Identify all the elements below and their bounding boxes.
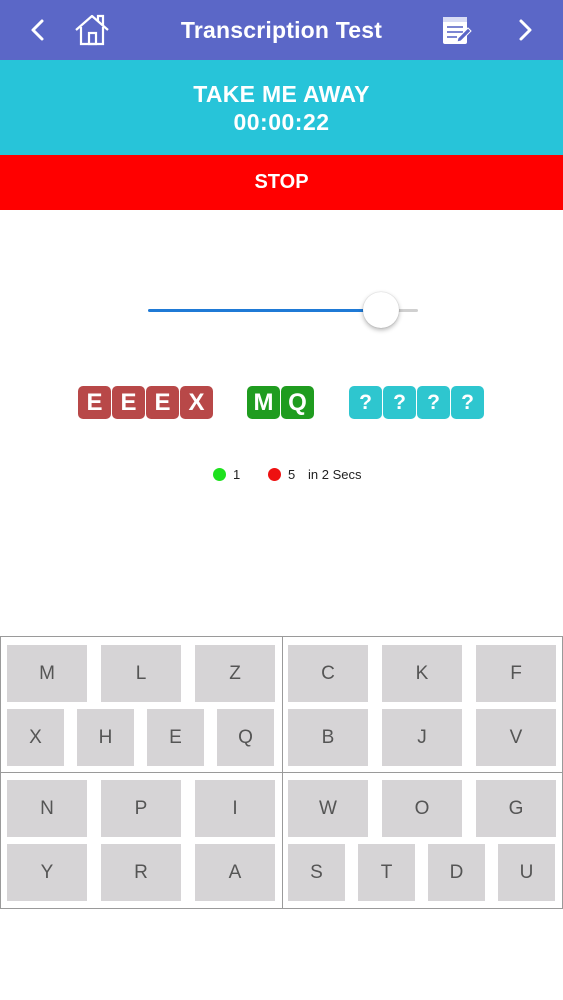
key-d[interactable]: D <box>428 844 485 901</box>
key-f[interactable]: F <box>476 645 556 702</box>
key-z[interactable]: Z <box>195 645 275 702</box>
slider-track-fill <box>148 309 381 312</box>
key-y[interactable]: Y <box>7 844 87 901</box>
score-summary <box>0 464 563 484</box>
unknown-tile: ? <box>349 386 382 419</box>
elapsed-timer: 00:00:22 <box>233 109 330 135</box>
key-b[interactable]: B <box>288 709 368 766</box>
incorrect-tile: E <box>78 386 111 419</box>
wrong-dot-icon <box>268 468 281 481</box>
home-icon <box>75 14 109 46</box>
key-w[interactable]: W <box>288 780 368 837</box>
key-h[interactable]: H <box>77 709 134 766</box>
key-k[interactable]: K <box>382 645 462 702</box>
chevron-left-icon <box>31 19 44 41</box>
unknown-tile: ? <box>383 386 416 419</box>
key-e[interactable]: E <box>147 709 204 766</box>
remaining-slots: ? ? ? ? <box>349 386 484 419</box>
stop-button[interactable]: STOP <box>0 155 563 210</box>
correct-count: 1 <box>233 467 241 482</box>
key-o[interactable]: O <box>382 780 462 837</box>
key-v[interactable]: V <box>476 709 556 766</box>
key-m[interactable]: M <box>7 645 87 702</box>
key-g[interactable]: G <box>476 780 556 837</box>
correct-guesses: M Q <box>247 386 314 419</box>
key-p[interactable]: P <box>101 780 181 837</box>
key-q[interactable]: Q <box>217 709 274 766</box>
notepad-edit-icon <box>443 17 472 44</box>
correct-tile: Q <box>281 386 314 419</box>
song-banner: TAKE ME AWAY 00:00:22 <box>0 60 563 155</box>
key-u[interactable]: U <box>498 844 555 901</box>
slider-thumb[interactable] <box>363 292 399 328</box>
key-s[interactable]: S <box>288 844 345 901</box>
song-title: TAKE ME AWAY <box>193 81 370 107</box>
key-l[interactable]: L <box>101 645 181 702</box>
home-button[interactable] <box>70 0 114 60</box>
playback-slider[interactable] <box>148 290 418 330</box>
edit-notes-button[interactable] <box>437 0 477 60</box>
letter-keyboard: MLZ XHEQCKF BJV NPI YRAWOG STDU <box>0 636 563 909</box>
key-i[interactable]: I <box>195 780 275 837</box>
correct-dot-icon <box>213 468 226 481</box>
unknown-tile: ? <box>417 386 450 419</box>
key-c[interactable]: C <box>288 645 368 702</box>
unknown-tile: ? <box>451 386 484 419</box>
score-time: in 2 Secs <box>308 467 362 482</box>
incorrect-tile: E <box>112 386 145 419</box>
nav-bar: Transcription Test <box>0 0 563 60</box>
keyboard-divider-horizontal <box>1 772 562 773</box>
key-t[interactable]: T <box>358 844 415 901</box>
chevron-right-icon <box>519 19 532 41</box>
key-x[interactable]: X <box>7 709 64 766</box>
key-n[interactable]: N <box>7 780 87 837</box>
correct-tile: M <box>247 386 280 419</box>
incorrect-guesses: E E E X <box>78 386 213 419</box>
page-title: Transcription Test <box>180 16 383 43</box>
incorrect-tile: E <box>146 386 179 419</box>
wrong-count: 5 <box>288 467 296 482</box>
key-j[interactable]: J <box>382 709 462 766</box>
back-button[interactable] <box>18 0 58 60</box>
forward-button[interactable] <box>505 0 545 60</box>
key-a[interactable]: A <box>195 844 275 901</box>
incorrect-tile: X <box>180 386 213 419</box>
key-r[interactable]: R <box>101 844 181 901</box>
